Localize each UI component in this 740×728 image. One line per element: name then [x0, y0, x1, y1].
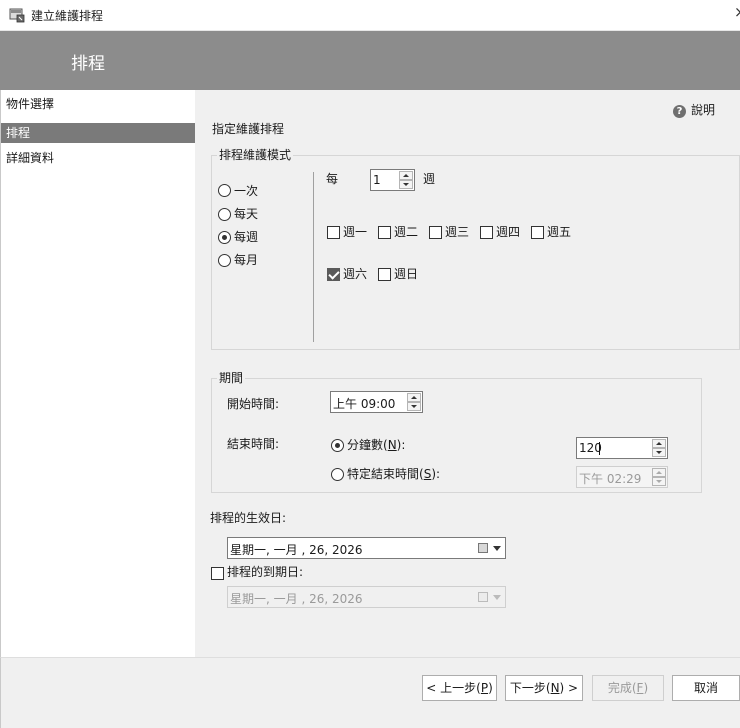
- page-title: 排程: [71, 54, 105, 74]
- checkbox-monday-label: 週一: [343, 225, 368, 239]
- weeks-interval-stepper[interactable]: 1: [370, 169, 415, 191]
- chevron-down-icon: [493, 595, 501, 600]
- checkbox-tuesday-label: 週二: [394, 225, 419, 239]
- checkbox-monday[interactable]: [327, 226, 340, 239]
- window-title: 建立維護排程: [31, 9, 104, 23]
- section-title: 指定維護排程: [212, 122, 285, 136]
- checkbox-wednesday-label: 週三: [445, 225, 470, 239]
- checkbox-tuesday[interactable]: [378, 226, 391, 239]
- calendar-icon: [478, 592, 488, 602]
- maintenance-pattern-group: [211, 155, 740, 350]
- checkbox-wednesday[interactable]: [429, 226, 442, 239]
- spin-up-icon: [652, 468, 666, 477]
- spin-down-icon[interactable]: [399, 180, 413, 189]
- page-header: [0, 31, 740, 90]
- close-icon[interactable]: ×: [734, 5, 740, 20]
- checkbox-thursday-label: 週四: [496, 225, 521, 239]
- help-link[interactable]: 說明: [691, 101, 715, 118]
- radio-weekly-label: 每週: [234, 230, 259, 244]
- radio-monthly-label: 每月: [234, 253, 259, 267]
- radio-monthly[interactable]: [218, 254, 231, 267]
- spin-down-icon: [652, 477, 666, 486]
- checkbox-friday-label: 週五: [547, 225, 572, 239]
- radio-weekly[interactable]: [218, 231, 231, 244]
- title-bar: [0, 0, 740, 31]
- checkbox-sunday[interactable]: [378, 268, 391, 281]
- radio-once-label: 一次: [234, 184, 259, 198]
- help-icon[interactable]: ?: [673, 105, 686, 118]
- cancel-button[interactable]: 取消: [672, 675, 740, 701]
- expiry-date-label: 排程的到期日:: [227, 565, 304, 579]
- radio-daily-label: 每天: [234, 207, 259, 221]
- weeks-interval-value: 1: [373, 173, 381, 187]
- checkbox-saturday[interactable]: [327, 268, 340, 281]
- spin-down-icon[interactable]: [652, 448, 666, 457]
- spin-down-icon[interactable]: [407, 402, 421, 411]
- next-button[interactable]: 下一步(N) >: [505, 675, 583, 701]
- start-time-value: 上午 09:00: [333, 397, 396, 411]
- radio-daily[interactable]: [218, 208, 231, 221]
- expiry-date-picker[interactable]: 星期一, 一月 , 26, 2026: [227, 586, 506, 608]
- sidebar-item-schedule[interactable]: 排程: [1, 123, 196, 143]
- every-unit-label: 週: [423, 172, 436, 186]
- calendar-icon[interactable]: [478, 543, 488, 553]
- checkbox-saturday-label: 週六: [343, 267, 368, 281]
- text-caret: [599, 442, 600, 455]
- checkbox-friday[interactable]: [531, 226, 544, 239]
- pattern-divider: [313, 172, 314, 342]
- sidebar-item-details[interactable]: 詳細資料: [1, 148, 196, 168]
- end-time-label: 結束時間:: [227, 437, 280, 451]
- spin-up-icon[interactable]: [399, 171, 413, 180]
- wizard-sidebar: 物件選擇 排程 詳細資料: [0, 90, 196, 657]
- checkbox-thursday[interactable]: [480, 226, 493, 239]
- spin-up-icon[interactable]: [407, 393, 421, 402]
- start-time-picker[interactable]: 上午 09:00: [330, 391, 423, 413]
- spin-up-icon[interactable]: [652, 439, 666, 448]
- back-button[interactable]: < 上一步(P): [422, 675, 497, 701]
- start-time-label: 開始時間:: [227, 397, 280, 411]
- scheduled-task-icon: [9, 8, 25, 23]
- checkbox-expiry-date[interactable]: [211, 567, 224, 580]
- checkbox-sunday-label: 週日: [394, 267, 419, 281]
- expiry-date-value: 星期一, 一月 , 26, 2026: [230, 592, 363, 606]
- effective-date-label: 排程的生效日:: [210, 511, 287, 525]
- chevron-down-icon[interactable]: [493, 546, 501, 551]
- finish-button[interactable]: 完成(F): [592, 675, 664, 701]
- sidebar-item-object-selection[interactable]: 物件選擇: [1, 94, 196, 114]
- radio-once[interactable]: [218, 184, 231, 197]
- end-time-picker[interactable]: 下午 02:29: [576, 466, 668, 488]
- radio-minutes-label: 分鐘數(N):: [347, 438, 406, 452]
- effective-date-value: 星期一, 一月 , 26, 2026: [230, 543, 363, 557]
- radio-specific-end-time-label: 特定結束時間(S):: [347, 467, 441, 481]
- effective-date-picker[interactable]: 星期一, 一月 , 26, 2026: [227, 537, 506, 559]
- radio-specific-end-time[interactable]: [331, 468, 344, 481]
- minutes-stepper[interactable]: 120: [576, 437, 668, 459]
- radio-minutes[interactable]: [331, 439, 344, 452]
- maintenance-pattern-legend: 排程維護模式: [217, 146, 294, 163]
- duration-legend: 期間: [217, 369, 246, 386]
- every-label: 每: [326, 172, 339, 186]
- end-time-value: 下午 02:29: [579, 472, 642, 486]
